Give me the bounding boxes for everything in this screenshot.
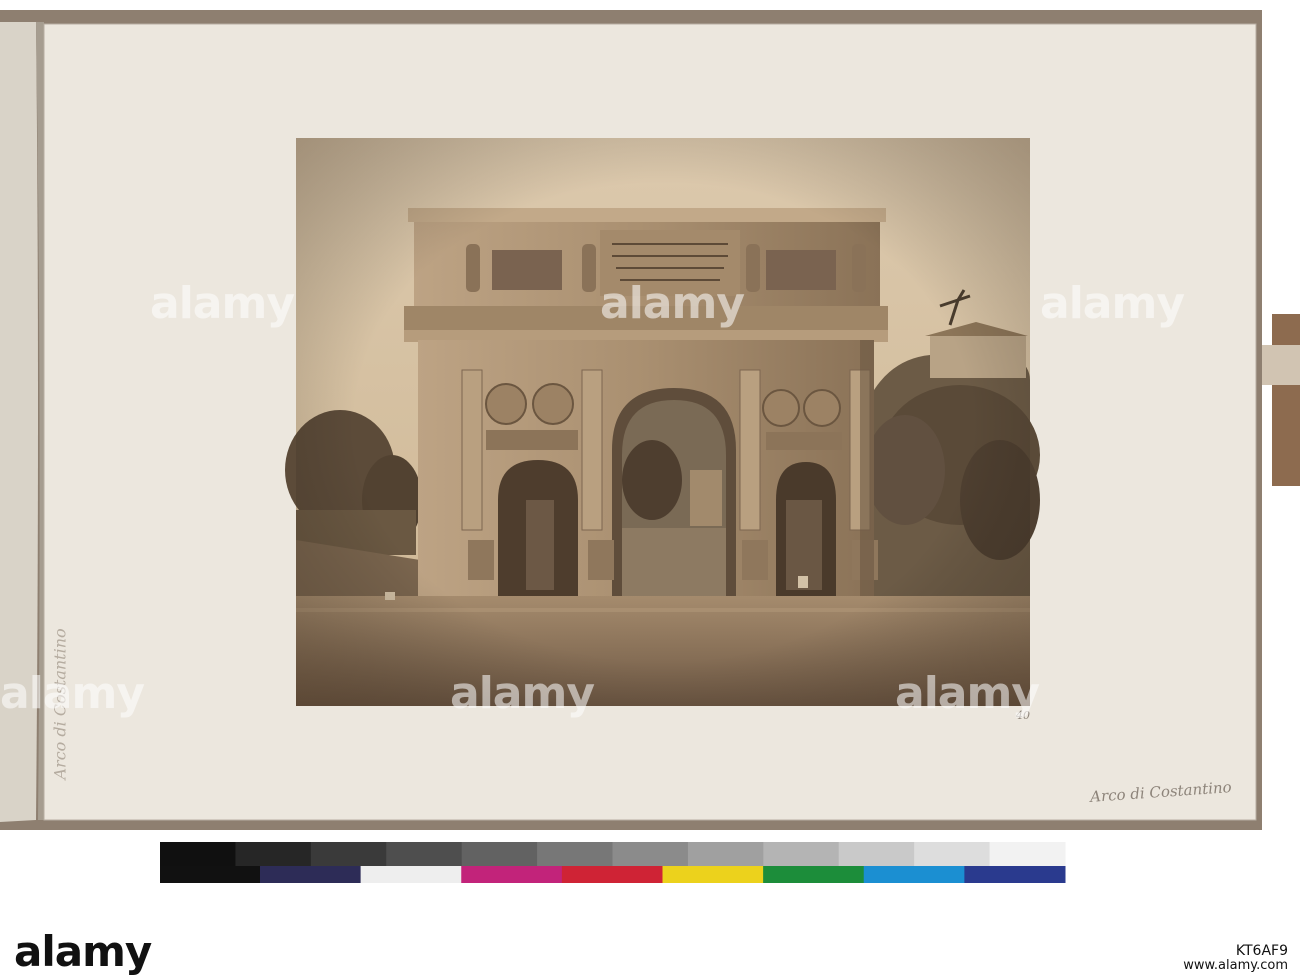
grey-patch	[160, 842, 236, 866]
color-patch	[763, 866, 865, 883]
grey-patch	[537, 842, 613, 866]
page-tab	[1272, 314, 1300, 486]
color-patch	[964, 866, 1066, 883]
color-patch	[360, 866, 462, 883]
grey-patch	[989, 842, 1066, 866]
color-calibration-chart	[160, 842, 1066, 883]
watermark-image-id: KT6AF9	[1235, 943, 1288, 959]
grey-patch	[612, 842, 689, 866]
grey-patch	[838, 842, 915, 866]
color-patch	[863, 866, 965, 883]
color-patch	[662, 866, 764, 883]
grey-patch	[461, 842, 538, 866]
watermark-url: www.alamy.com	[1183, 958, 1288, 973]
grey-patch	[386, 842, 463, 866]
grey-patch	[687, 842, 764, 866]
color-patch	[561, 866, 663, 883]
arch-of-constantine-photograph	[285, 138, 1040, 706]
color-patch	[260, 866, 362, 883]
grey-patch	[235, 842, 312, 866]
grey-patch	[914, 842, 991, 866]
grey-patch	[763, 842, 840, 866]
watermark-logo: alamy	[14, 927, 152, 976]
spine-caption: Arco di Costantino	[50, 628, 70, 780]
watermark-band	[0, 925, 1300, 973]
page-number: 40	[1016, 709, 1030, 722]
color-patch	[461, 866, 563, 883]
grey-patch	[310, 842, 387, 866]
left-page	[0, 22, 38, 822]
color-patch-lead	[160, 866, 260, 883]
